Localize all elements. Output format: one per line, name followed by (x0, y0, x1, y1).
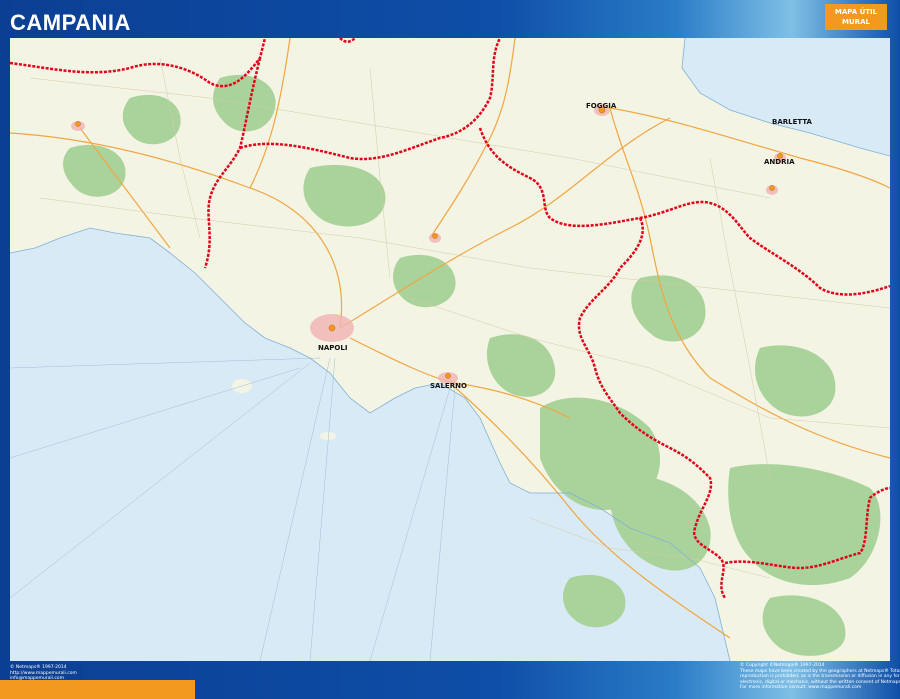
badge-line-1: MAPA ÚTIL (834, 8, 878, 16)
label-foggia: FOGGIA (586, 102, 617, 110)
label-andria: ANDRIA (764, 158, 795, 166)
badge-line-2: MURAL (842, 18, 870, 26)
label-salerno: SALERNO (430, 382, 467, 390)
map-title: CAMPANIA (10, 10, 131, 35)
map-svg: FOGGIA BARLETTA ANDRIA NAPOLI SALERNO (10, 38, 890, 661)
label-barletta: BARLETTA (772, 118, 813, 126)
footer-accent-bar (0, 680, 195, 699)
brand-badge: MAPA ÚTIL MURAL (825, 4, 887, 30)
legal-line: reproduction is prohibited, as is the tr… (740, 674, 900, 679)
legal-line: For more information consult: www.mappem… (740, 685, 862, 690)
label-napoli: NAPOLI (318, 344, 347, 352)
island-capri (320, 432, 336, 440)
footer-legal: © Copyright ©Netmaps® 1997-2014 These ma… (740, 663, 900, 691)
map-canvas[interactable]: FOGGIA BARLETTA ANDRIA NAPOLI SALERNO (10, 38, 890, 661)
ferry-routes (10, 357, 456, 661)
